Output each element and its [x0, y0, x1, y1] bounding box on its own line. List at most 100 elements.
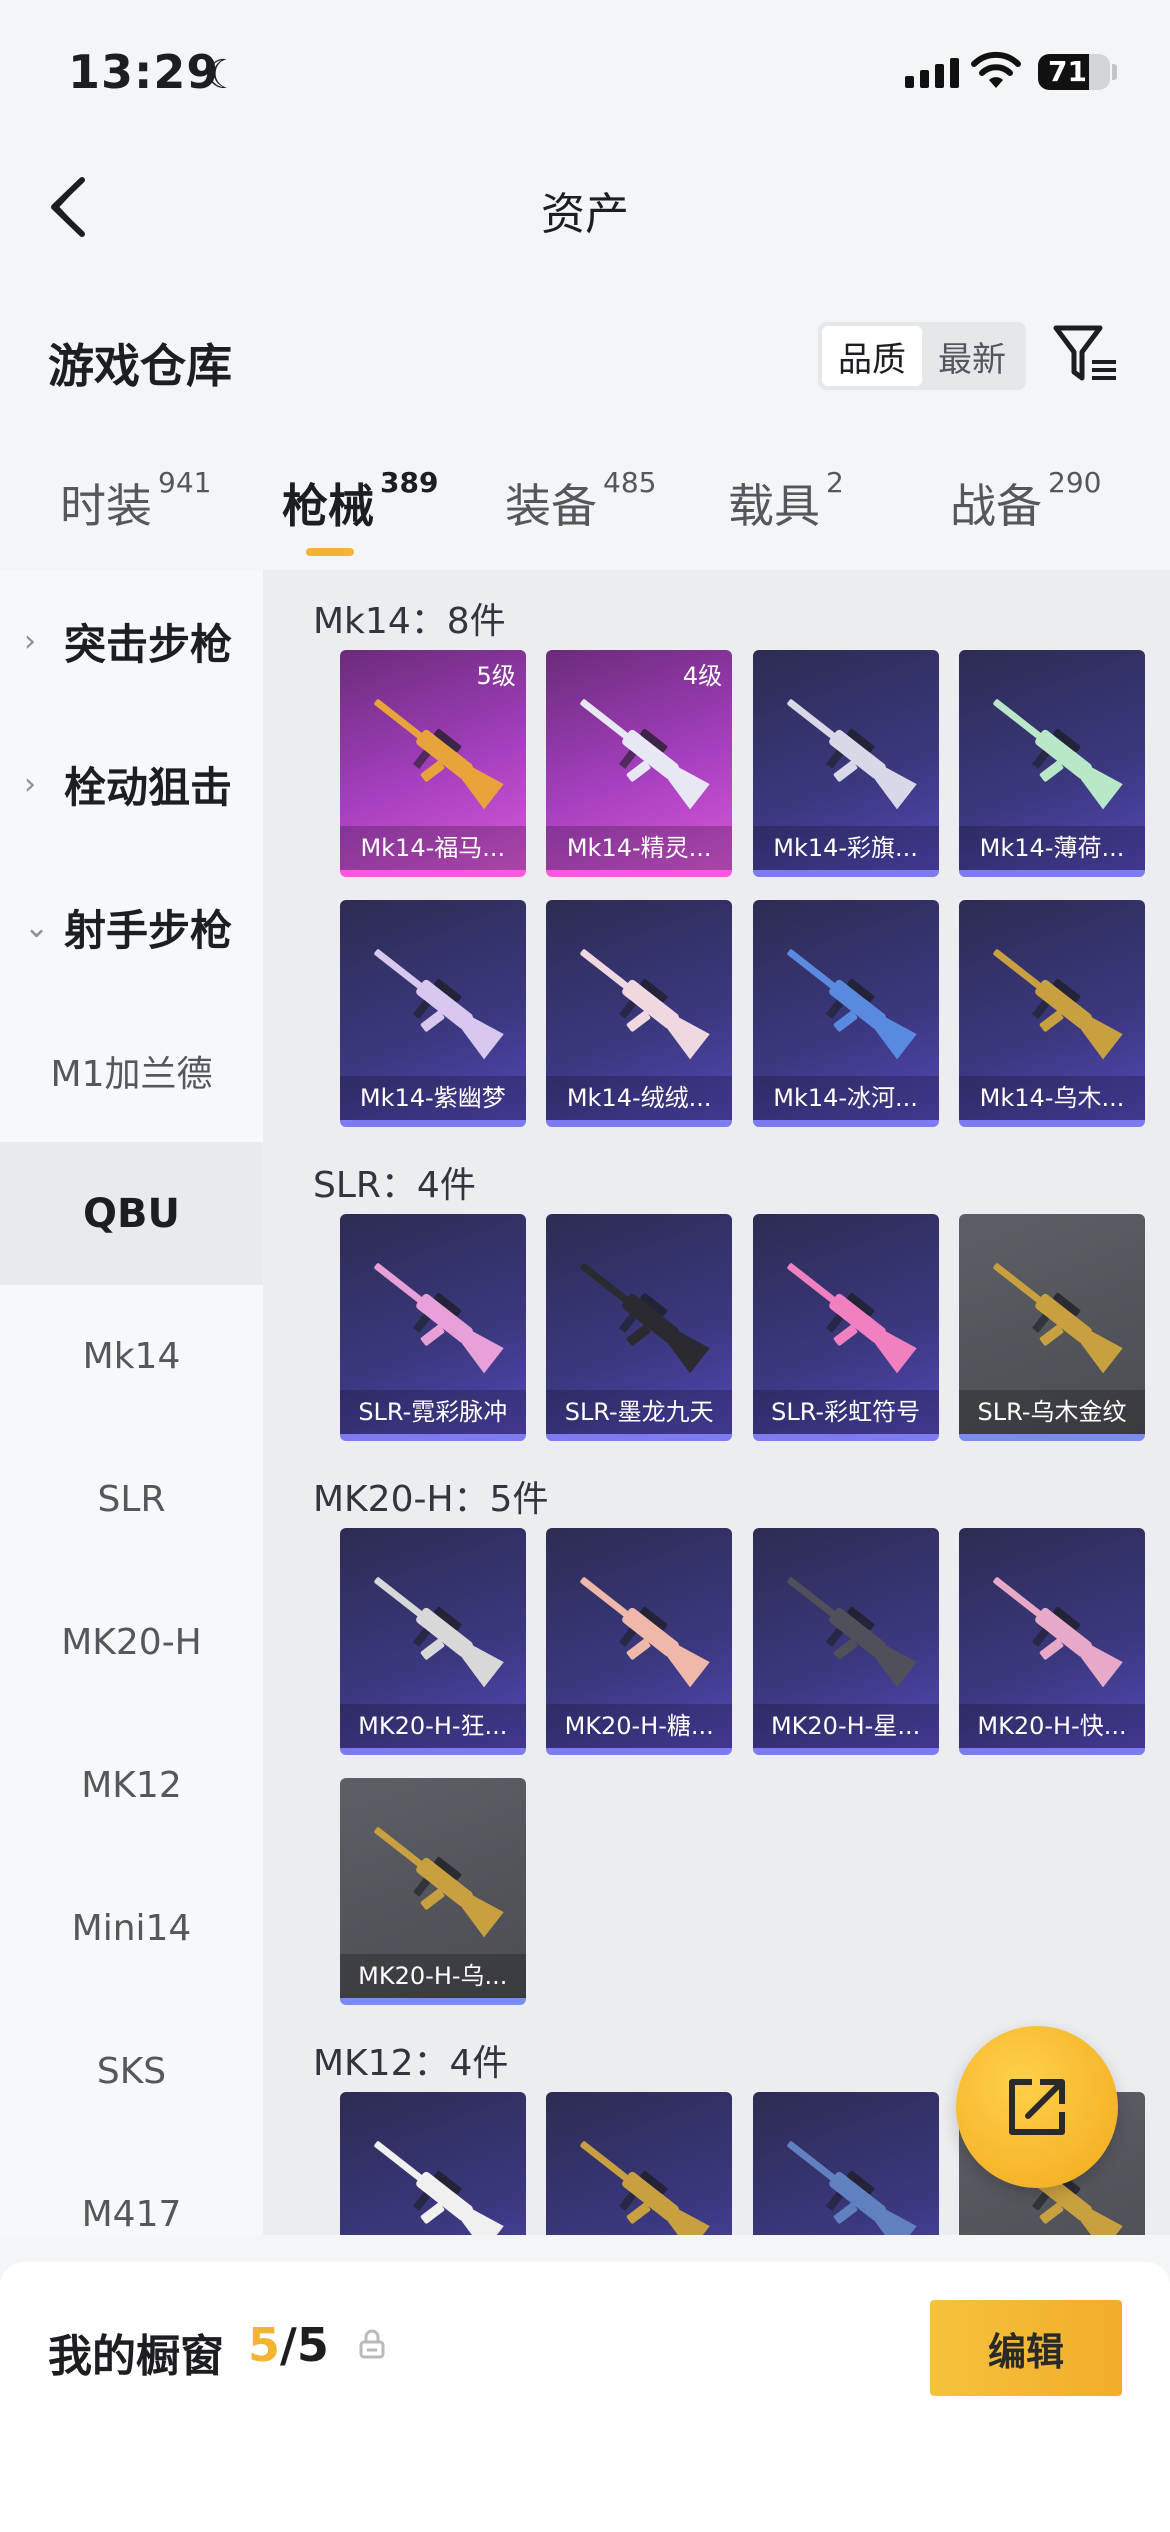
side-group-label: 突击步枪	[64, 620, 233, 669]
weapon-group-title: Mk14：8件	[313, 601, 506, 642]
tab-tactical[interactable]: 战备 290	[950, 466, 1101, 536]
weapon-name: MK20-H-乌...	[339, 1954, 526, 1998]
weapon-name: Mk14-乌木...	[959, 1076, 1145, 1120]
wifi-icon	[971, 51, 1021, 88]
sort-quality-button[interactable]: 品质	[822, 326, 922, 386]
battery-tip	[1112, 64, 1117, 80]
rifle-icon	[580, 2141, 710, 2235]
share-button[interactable]	[956, 2026, 1118, 2188]
rifle-icon	[580, 1577, 710, 1688]
rifle-icon	[374, 2141, 504, 2235]
weapon-group-title: SLR：4件	[313, 1165, 476, 1206]
chevron-right-icon: ›	[24, 624, 36, 659]
side-item-sks[interactable]: SKS	[0, 2000, 263, 2143]
tab-costume[interactable]: 时装 941	[60, 466, 211, 536]
weapon-name: MK20-H-快...	[959, 1704, 1145, 1748]
weapon-card[interactable]: Mk14-薄荷...	[959, 650, 1145, 877]
weapon-name: SLR-墨龙九天	[546, 1390, 733, 1434]
clock: 13:29	[68, 45, 220, 99]
weapon-name: Mk14-冰河...	[752, 1076, 939, 1120]
chevron-right-icon: ›	[24, 767, 36, 802]
side-item-slr[interactable]: SLR	[0, 1428, 263, 1571]
filter-icon[interactable]	[1052, 322, 1120, 386]
weapon-card[interactable]	[752, 2092, 939, 2235]
rifle-icon	[374, 949, 504, 1060]
weapon-card[interactable]: MK20-H-糖...	[546, 1528, 733, 1755]
weapon-card[interactable]: Mk14-绒绒...	[546, 900, 733, 1127]
weapon-name: SLR-乌木金纹	[959, 1390, 1145, 1434]
side-group-bolt-sniper[interactable]: › 栓动狙击	[0, 713, 263, 856]
rifle-icon	[993, 1263, 1123, 1374]
weapon-card[interactable]: Mk14-冰河...	[752, 900, 939, 1127]
weapon-card[interactable]	[339, 2092, 526, 2235]
side-group-marksman-rifle[interactable]: ⌄ 射手步枪	[0, 856, 263, 999]
weapon-card[interactable]: Mk14-紫幽梦	[339, 900, 526, 1127]
tab-label: 时装	[60, 479, 152, 533]
tab-label: 装备	[505, 479, 597, 533]
tab-vehicles[interactable]: 载具 2	[728, 466, 844, 536]
side-item-mk12[interactable]: MK12	[0, 1714, 263, 1857]
weapon-card[interactable]: SLR-彩虹符号	[752, 1214, 939, 1441]
side-item-mini14[interactable]: Mini14	[0, 1857, 263, 2000]
showcase-count: 5/5	[248, 2318, 329, 2372]
weapon-card[interactable]	[546, 2092, 733, 2235]
edit-button[interactable]: 编辑	[930, 2300, 1122, 2396]
weapon-card[interactable]: Mk14-乌木...	[959, 900, 1145, 1127]
rifle-icon	[993, 1577, 1123, 1688]
weapon-card[interactable]: SLR-墨龙九天	[546, 1214, 733, 1441]
side-item-m417[interactable]: M417	[0, 2143, 263, 2235]
tab-count: 485	[603, 466, 657, 499]
weapon-card[interactable]: MK20-H-狂...	[339, 1528, 526, 1755]
side-group-assault-rifle[interactable]: › 突击步枪	[0, 570, 263, 713]
weapon-card[interactable]: 4级 Mk14-精灵...	[546, 650, 733, 877]
share-icon	[1009, 2079, 1065, 2135]
rifle-icon	[786, 699, 917, 810]
showcase-bar: 我的橱窗 5/5 编辑	[0, 2262, 1170, 2532]
status-bar: 13:29 ☾ 71	[0, 0, 1170, 150]
rifle-icon	[786, 1577, 917, 1688]
weapon-name: MK20-H-狂...	[339, 1704, 526, 1748]
weapon-card[interactable]: Mk14-彩旗...	[752, 650, 939, 877]
moon-icon: ☾	[205, 52, 241, 98]
rifle-icon	[374, 1263, 504, 1374]
rifle-icon	[786, 949, 917, 1060]
sort-toggle[interactable]: 品质 最新	[818, 322, 1026, 390]
weapon-card[interactable]: MK20-H-星...	[752, 1528, 939, 1755]
weapon-card[interactable]: 5级 Mk14-福马...	[339, 650, 526, 877]
weapon-card[interactable]: SLR-乌木金纹	[959, 1214, 1145, 1441]
signal-icon	[905, 58, 959, 88]
tab-count: 2	[826, 466, 844, 499]
tab-count: 941	[158, 466, 212, 499]
showcase-title: 我的橱窗	[48, 2331, 224, 2382]
weapon-card[interactable]: MK20-H-快...	[959, 1528, 1145, 1755]
side-menu: › 突击步枪 › 栓动狙击 ⌄ 射手步枪 M1加兰德 QBU Mk14 SLR MK2…	[0, 570, 263, 2235]
rifle-icon	[993, 949, 1123, 1060]
side-item-mk20h[interactable]: MK20-H	[0, 1571, 263, 1714]
weapon-name: Mk14-紫幽梦	[339, 1076, 526, 1120]
tab-equipment[interactable]: 装备 485	[505, 466, 656, 536]
rifle-icon	[786, 2141, 917, 2235]
tab-count: 389	[380, 466, 439, 499]
tab-count: 290	[1048, 466, 1102, 499]
rifle-icon	[786, 1263, 917, 1374]
sort-newest-button[interactable]: 最新	[922, 326, 1022, 386]
weapon-group-title: MK12：4件	[313, 2043, 509, 2084]
side-item-m1-garand[interactable]: M1加兰德	[0, 999, 263, 1142]
weapon-name: SLR-彩虹符号	[752, 1390, 939, 1434]
rifle-icon	[580, 699, 710, 810]
tab-label: 载具	[728, 479, 820, 533]
side-item-mk14[interactable]: Mk14	[0, 1285, 263, 1428]
showcase-total: /5	[280, 2318, 329, 2372]
chevron-down-icon: ⌄	[24, 910, 50, 945]
battery-level: 71	[1048, 55, 1087, 88]
rifle-icon	[580, 1263, 710, 1374]
warehouse-title: 游戏仓库	[48, 339, 232, 393]
side-item-qbu[interactable]: QBU	[0, 1142, 263, 1285]
weapon-card[interactable]: MK20-H-乌...	[339, 1778, 526, 2005]
rifle-icon	[580, 949, 710, 1060]
weapon-card[interactable]: SLR-霓彩脉冲	[339, 1214, 526, 1441]
rifle-icon	[374, 1577, 504, 1688]
tab-firearms[interactable]: 枪械 389	[282, 466, 438, 536]
weapon-name: Mk14-绒绒...	[546, 1076, 733, 1120]
weapon-name: MK20-H-星...	[752, 1704, 939, 1748]
